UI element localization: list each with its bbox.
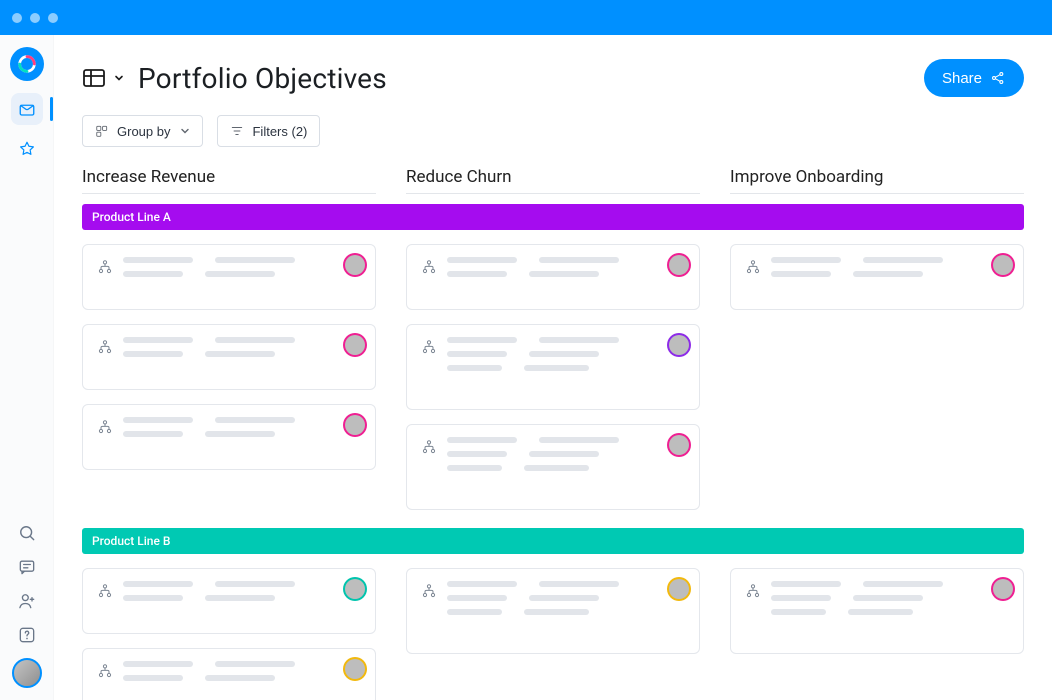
lane-column bbox=[730, 244, 1024, 510]
hierarchy-icon bbox=[421, 259, 437, 275]
card-content bbox=[771, 581, 1009, 641]
swimlane-cards bbox=[82, 568, 1024, 700]
column-header: Reduce Churn bbox=[406, 167, 700, 194]
card-content bbox=[123, 581, 361, 621]
chevron-down-icon bbox=[114, 73, 124, 83]
owner-avatar[interactable] bbox=[345, 255, 365, 275]
hierarchy-icon bbox=[421, 439, 437, 455]
filters-label: Filters (2) bbox=[252, 124, 307, 139]
owner-avatar[interactable] bbox=[669, 335, 689, 355]
sidebar bbox=[0, 35, 54, 700]
window-dot[interactable] bbox=[12, 13, 22, 23]
card-content bbox=[123, 661, 361, 700]
main-content: Portfolio Objectives Share Group by Filt… bbox=[54, 35, 1052, 700]
table-view-icon bbox=[82, 66, 110, 90]
chevron-down-icon bbox=[180, 126, 190, 136]
lane-column bbox=[730, 568, 1024, 700]
owner-avatar[interactable] bbox=[993, 255, 1013, 275]
filter-icon bbox=[230, 124, 244, 138]
nav-favorites[interactable] bbox=[11, 133, 43, 165]
share-button-label: Share bbox=[942, 70, 982, 87]
card-content bbox=[123, 257, 361, 297]
group-by-label: Group by bbox=[117, 124, 170, 139]
objective-card[interactable] bbox=[82, 648, 376, 700]
hierarchy-icon bbox=[97, 259, 113, 275]
card-content bbox=[123, 337, 361, 377]
objective-card[interactable] bbox=[406, 424, 700, 510]
lane-column bbox=[406, 568, 700, 700]
card-content bbox=[771, 257, 1009, 297]
hierarchy-icon bbox=[421, 583, 437, 599]
invite-user-icon[interactable] bbox=[16, 590, 38, 612]
objective-card[interactable] bbox=[730, 244, 1024, 310]
search-icon[interactable] bbox=[16, 522, 38, 544]
share-button[interactable]: Share bbox=[924, 59, 1024, 97]
lane-column bbox=[406, 244, 700, 510]
group-by-button[interactable]: Group by bbox=[82, 115, 203, 147]
help-icon[interactable] bbox=[16, 624, 38, 646]
objective-card[interactable] bbox=[82, 244, 376, 310]
objective-card[interactable] bbox=[406, 324, 700, 410]
swimlane-header[interactable]: Product Line A bbox=[82, 204, 1024, 230]
objective-card[interactable] bbox=[406, 244, 700, 310]
app-logo[interactable] bbox=[10, 47, 44, 81]
hierarchy-icon bbox=[97, 419, 113, 435]
owner-avatar[interactable] bbox=[345, 659, 365, 679]
objective-card[interactable] bbox=[730, 568, 1024, 654]
card-content bbox=[447, 437, 685, 497]
objective-card[interactable] bbox=[82, 568, 376, 634]
user-avatar[interactable] bbox=[12, 658, 42, 688]
card-content bbox=[447, 337, 685, 397]
nav-inbox[interactable] bbox=[11, 93, 43, 125]
owner-avatar[interactable] bbox=[669, 435, 689, 455]
card-content bbox=[447, 257, 685, 297]
hierarchy-icon bbox=[745, 583, 761, 599]
view-selector[interactable] bbox=[82, 66, 124, 90]
column-header: Increase Revenue bbox=[82, 167, 376, 194]
hierarchy-icon bbox=[97, 339, 113, 355]
nav-active-indicator bbox=[50, 97, 53, 121]
hierarchy-icon bbox=[97, 663, 113, 679]
share-icon bbox=[990, 70, 1006, 86]
objective-card[interactable] bbox=[406, 568, 700, 654]
group-by-icon bbox=[95, 124, 109, 138]
hierarchy-icon bbox=[421, 339, 437, 355]
owner-avatar[interactable] bbox=[345, 335, 365, 355]
swimlane-label: Product Line B bbox=[92, 534, 170, 548]
card-content bbox=[447, 581, 685, 641]
filters-button[interactable]: Filters (2) bbox=[217, 115, 320, 147]
swimlane-header[interactable]: Product Line B bbox=[82, 528, 1024, 554]
swimlane-cards bbox=[82, 244, 1024, 510]
owner-avatar[interactable] bbox=[345, 415, 365, 435]
objective-card[interactable] bbox=[82, 324, 376, 390]
swimlane-label: Product Line A bbox=[92, 210, 171, 224]
card-content bbox=[123, 417, 361, 457]
owner-avatar[interactable] bbox=[669, 579, 689, 599]
column-header: Improve Onboarding bbox=[730, 167, 1024, 194]
objective-card[interactable] bbox=[82, 404, 376, 470]
lane-column bbox=[82, 244, 376, 510]
chat-icon[interactable] bbox=[16, 556, 38, 578]
window-titlebar bbox=[0, 0, 1052, 35]
owner-avatar[interactable] bbox=[345, 579, 365, 599]
page-title: Portfolio Objectives bbox=[138, 62, 387, 95]
window-dot[interactable] bbox=[30, 13, 40, 23]
lane-column bbox=[82, 568, 376, 700]
hierarchy-icon bbox=[97, 583, 113, 599]
owner-avatar[interactable] bbox=[669, 255, 689, 275]
owner-avatar[interactable] bbox=[993, 579, 1013, 599]
window-dot[interactable] bbox=[48, 13, 58, 23]
hierarchy-icon bbox=[745, 259, 761, 275]
